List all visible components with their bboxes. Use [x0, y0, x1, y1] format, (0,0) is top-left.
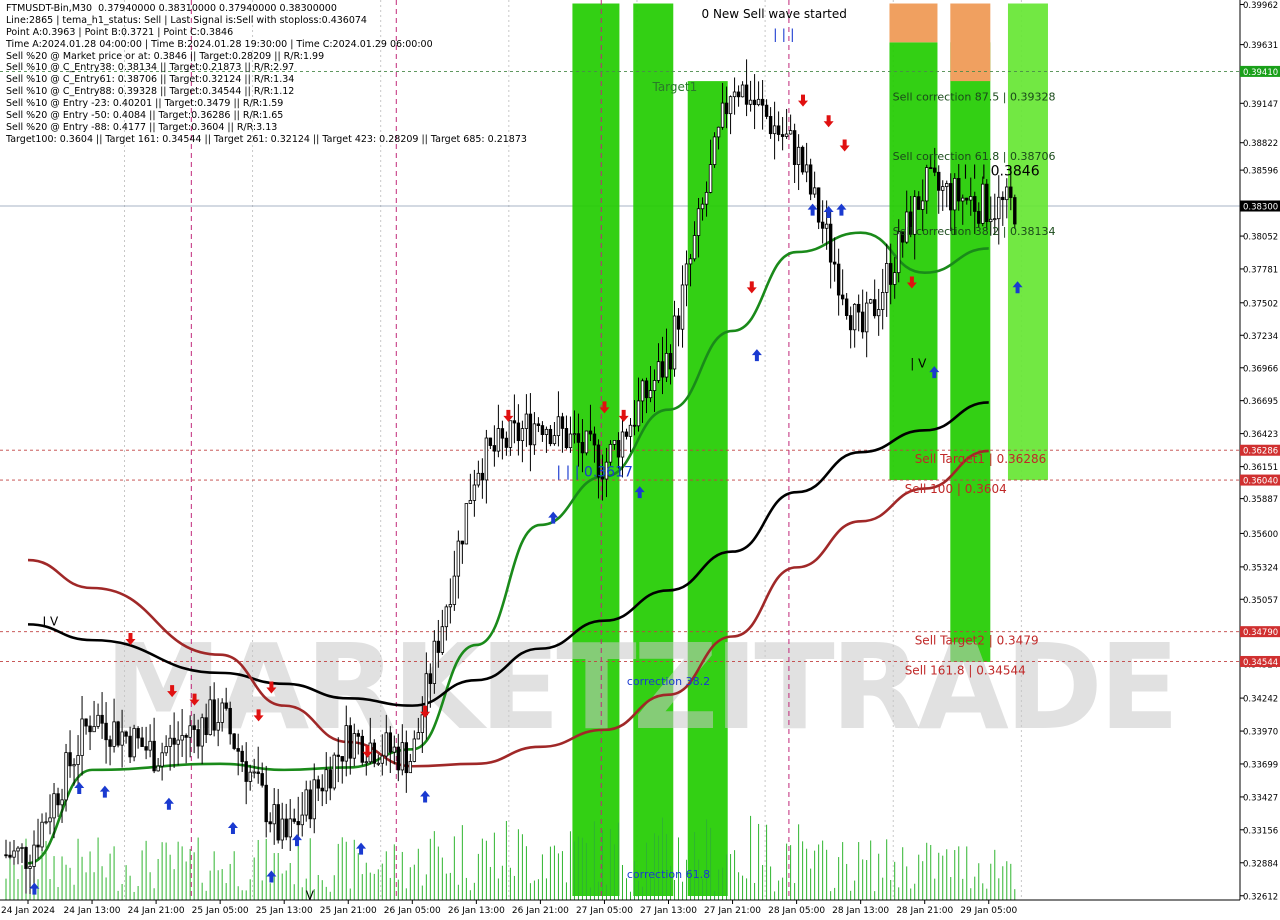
price-tick-label: 0.36695: [1243, 397, 1278, 407]
chart-annotation: Sell correction 87.5 | 0.39328: [893, 91, 1056, 104]
level-label: Sell 161.8 | 0.34544: [905, 663, 1026, 677]
info-line: Point A:0.3963 | Point B:0.3721 | Point …: [6, 26, 234, 38]
chart-annotation: | | |: [773, 28, 794, 43]
candle: [868, 298, 873, 304]
chart-annotation: Sell correction 61.8 | 0.38706: [893, 150, 1056, 163]
time-tick-label: 28 Jan 13:00: [832, 906, 889, 916]
price-tick-label: 0.35324: [1243, 563, 1278, 573]
chart-annotation: 0 New Sell wave started: [702, 7, 847, 21]
price-tick-label: 0.32884: [1243, 859, 1278, 869]
stop-zone: [889, 3, 938, 43]
price-tick-label: 0.33156: [1243, 826, 1278, 836]
target-zone: [950, 42, 991, 662]
target-zone: [633, 3, 674, 896]
price-tick-label: 0.37502: [1243, 299, 1278, 309]
time-tick-label: 26 Jan 05:00: [384, 906, 441, 916]
candle: [132, 724, 136, 762]
candle: [584, 430, 589, 456]
current-price-label: 0.38300: [1243, 203, 1278, 213]
level-price-tag-label: 0.36286: [1243, 447, 1278, 457]
chart-annotation: | | | 0.3846: [963, 164, 1040, 180]
price-axis: 0.39962 0.39631 0.39147 0.38822 0.38596 0.380…: [1239, 0, 1280, 920]
info-line: Sell %10 @ C_Entry88: 0.39328 || Target:…: [6, 86, 295, 98]
candle: [1013, 194, 1017, 229]
price-tick-label: 0.38596: [1243, 167, 1278, 177]
info-line: Target100: 0.3604 || Target 161: 0.34544…: [6, 133, 527, 145]
info-line: Time A:2024.01.28 04:00:00 | Time B:2024…: [6, 38, 433, 50]
time-tick-label: 28 Jan 05:00: [768, 906, 825, 916]
time-tick-label: 28 Jan 21:00: [896, 906, 953, 916]
candle: [464, 503, 469, 545]
price-tick-label: 0.35057: [1243, 596, 1278, 606]
info-panel: FTMUSDT-Bin,M30 0.37940000 0.38310000 0.…: [6, 3, 527, 146]
time-tick-label: 25 Jan 21:00: [320, 906, 377, 916]
chart-annotation: Sell correction 38.2 | 0.38134: [893, 225, 1056, 238]
info-line: Sell %10 @ C_Entry61: 0.38706 || Target:…: [6, 74, 295, 86]
chart-annotation: I V: [43, 615, 59, 629]
level-price-tag-label: 0.34544: [1243, 658, 1278, 668]
candle: [372, 739, 376, 768]
price-tick-label: 0.39631: [1243, 41, 1278, 51]
info-line: Sell %20 @ Entry -88: 0.4177 || Target:0…: [6, 121, 278, 133]
candle: [232, 733, 236, 751]
level-price-tag-label: 0.39410: [1243, 68, 1278, 78]
time-tick-label: 25 Jan 05:00: [192, 906, 249, 916]
candle: [116, 720, 120, 748]
price-tick-label: 0.34242: [1243, 695, 1278, 705]
target-zone: [572, 3, 620, 896]
time-tick-label: 26 Jan 13:00: [448, 906, 505, 916]
info-line: Line:2865 | tema_h1_status: Sell | Last …: [6, 14, 367, 26]
time-axis: 24 Jan 2024 24 Jan 13:00 24 Jan 21:00 25 Ja…: [0, 899, 1280, 920]
level-label: Sell 100 | 0.3604: [905, 482, 1007, 496]
price-tick-label: 0.36966: [1243, 364, 1278, 374]
chart-annotation: correction 38.2: [627, 675, 710, 688]
price-axis-bg: [1240, 0, 1280, 920]
info-line: Sell %20 @ Market price or at: 0.3846 ||…: [6, 50, 325, 62]
price-tick-label: 0.36151: [1243, 463, 1278, 473]
time-tick-label: 24 Jan 2024: [1, 906, 55, 916]
time-tick-label: 27 Jan 05:00: [576, 906, 633, 916]
price-tick-label: 0.38822: [1243, 139, 1278, 149]
time-tick-label: 29 Jan 05:00: [960, 906, 1017, 916]
price-tick-label: 0.38052: [1243, 233, 1278, 243]
candle: [800, 145, 805, 175]
chart-annotation: | | | 0.3617: [556, 464, 633, 480]
chart-annotation: correction 61.8: [627, 868, 710, 881]
time-tick-label: 24 Jan 13:00: [64, 906, 121, 916]
info-line: Sell %10 @ C_Entry38: 0.38134 || Target:…: [6, 62, 295, 74]
price-tick-label: 0.39962: [1243, 1, 1278, 11]
candle: [712, 132, 717, 168]
candle: [808, 158, 813, 201]
chart-annotation: Target1: [651, 80, 697, 94]
level-label: Sell Target2 | 0.3479: [915, 634, 1039, 648]
level-price-tag-label: 0.36040: [1243, 477, 1278, 487]
level-price-tag-label: 0.34790: [1243, 628, 1278, 638]
price-tick-label: 0.36423: [1243, 430, 1278, 440]
info-line: FTMUSDT-Bin,M30 0.37940000 0.38310000 0.…: [6, 3, 337, 14]
price-tick-label: 0.35887: [1243, 495, 1278, 505]
target-zone: [1007, 3, 1048, 481]
time-tick-label: 24 Jan 21:00: [128, 906, 185, 916]
price-tick-label: 0.33970: [1243, 728, 1278, 738]
level-label: Sell Target1 | 0.36286: [915, 452, 1047, 466]
stop-zone: [950, 3, 991, 82]
time-tick-label: 25 Jan 13:00: [256, 906, 313, 916]
price-tick-label: 0.37781: [1243, 265, 1278, 275]
time-tick-label: 26 Jan 21:00: [512, 906, 569, 916]
info-line: Sell %10 @ Entry -23: 0.40201 || Target:…: [6, 98, 284, 110]
chart-annotation: | V: [910, 356, 927, 370]
time-tick-label: 27 Jan 13:00: [640, 906, 697, 916]
target-zone: [889, 42, 938, 481]
time-tick-label: 27 Jan 21:00: [704, 906, 761, 916]
price-tick-label: 0.37234: [1243, 332, 1278, 342]
price-tick-label: 0.33699: [1243, 760, 1278, 770]
price-tick-label: 0.33427: [1243, 793, 1278, 803]
info-line: Sell %20 @ Entry -50: 0.4084 || Target:0…: [6, 110, 284, 122]
candle: [981, 176, 985, 227]
price-tick-label: 0.35600: [1243, 530, 1278, 540]
candle: [332, 752, 336, 791]
price-tick-label: 0.39147: [1243, 100, 1278, 110]
